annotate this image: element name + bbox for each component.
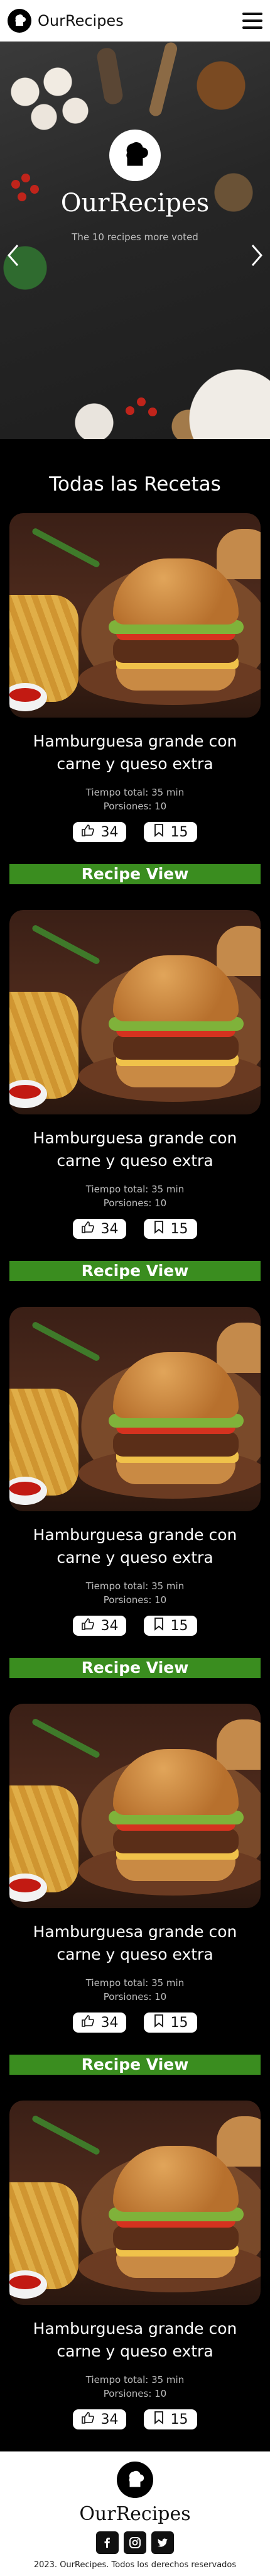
save-button[interactable]: 15 bbox=[144, 1616, 197, 1636]
recipe-title: Hamburguesa grande con carne y queso ext… bbox=[33, 1129, 237, 1170]
recipe-portions: Porsiones: 10 bbox=[103, 1991, 167, 2002]
hero-carousel: OurRecipes The 10 recipes more voted bbox=[0, 42, 270, 439]
recipe-view-button[interactable]: Recipe View bbox=[9, 2055, 261, 2075]
recipe-actions: 34 15 bbox=[9, 2409, 261, 2429]
recipe-time: Tiempo total: 35 min bbox=[85, 2374, 185, 2385]
recipe-title: Hamburguesa grande con carne y queso ext… bbox=[33, 1526, 237, 1567]
recipe-actions: 34 15 bbox=[9, 2012, 261, 2033]
chef-hat-icon bbox=[109, 130, 161, 181]
save-button[interactable]: 15 bbox=[144, 822, 197, 842]
save-count: 15 bbox=[170, 1221, 188, 1237]
brand[interactable]: OurRecipes bbox=[8, 9, 124, 33]
like-button[interactable]: 34 bbox=[73, 1616, 126, 1636]
recipe-view-button[interactable]: Recipe View bbox=[9, 1261, 261, 1281]
footer-copyright: 2023. OurRecipes. Todos los derechos res… bbox=[33, 2560, 237, 2570]
recipe-card: Hamburguesa grande con carne y queso ext… bbox=[9, 1307, 261, 1678]
recipe-image[interactable] bbox=[9, 1307, 261, 1511]
like-button[interactable]: 34 bbox=[73, 1219, 126, 1239]
section-title: Todas las Recetas bbox=[49, 473, 221, 496]
like-button[interactable]: 34 bbox=[73, 822, 126, 842]
thumbs-up-icon bbox=[81, 1221, 95, 1237]
like-count: 34 bbox=[100, 1221, 119, 1237]
thumbs-up-icon bbox=[81, 824, 95, 840]
thumbs-up-icon bbox=[81, 2411, 95, 2428]
like-count: 34 bbox=[100, 2411, 119, 2428]
save-count: 15 bbox=[170, 1618, 188, 1634]
bookmark-icon bbox=[153, 1220, 165, 1238]
recipe-actions: 34 15 bbox=[9, 1616, 261, 1636]
bookmark-icon bbox=[153, 1617, 165, 1635]
hamburger-menu-icon[interactable] bbox=[242, 13, 262, 29]
recipe-meta: Tiempo total: 35 min Porsiones: 10 bbox=[9, 786, 261, 813]
recipe-portions: Porsiones: 10 bbox=[103, 2388, 167, 2399]
hero-decor bbox=[148, 42, 179, 118]
save-button[interactable]: 15 bbox=[144, 2012, 197, 2033]
hero-decor bbox=[126, 394, 176, 425]
recipe-image[interactable] bbox=[9, 2101, 261, 2305]
recipe-meta: Tiempo total: 35 min Porsiones: 10 bbox=[9, 2373, 261, 2401]
instagram-icon[interactable] bbox=[124, 2531, 146, 2554]
thumbs-up-icon bbox=[81, 1618, 95, 1634]
recipe-meta: Tiempo total: 35 min Porsiones: 10 bbox=[9, 1182, 261, 1210]
hero-title: OurRecipes bbox=[60, 189, 210, 218]
footer-brand: OurRecipes bbox=[79, 2503, 191, 2525]
recipe-image[interactable] bbox=[9, 513, 261, 718]
chevron-right-icon[interactable] bbox=[250, 244, 264, 267]
recipe-actions: 34 15 bbox=[9, 1219, 261, 1239]
bookmark-icon bbox=[153, 823, 165, 841]
bookmark-icon bbox=[153, 2411, 165, 2428]
chef-hat-icon bbox=[117, 2462, 153, 2498]
bookmark-icon bbox=[153, 2014, 165, 2031]
save-button[interactable]: 15 bbox=[144, 1219, 197, 1239]
recipe-actions: 34 15 bbox=[9, 822, 261, 842]
twitter-icon[interactable] bbox=[151, 2531, 174, 2554]
recipe-card: Hamburguesa grande con carne y queso ext… bbox=[9, 513, 261, 884]
recipe-portions: Porsiones: 10 bbox=[103, 1594, 167, 1606]
recipe-meta: Tiempo total: 35 min Porsiones: 10 bbox=[9, 1976, 261, 2004]
recipe-time: Tiempo total: 35 min bbox=[85, 1184, 185, 1195]
recipe-image[interactable] bbox=[9, 1704, 261, 1908]
save-button[interactable]: 15 bbox=[144, 2409, 197, 2429]
save-count: 15 bbox=[170, 2411, 188, 2428]
recipe-portions: Porsiones: 10 bbox=[103, 1197, 167, 1209]
save-count: 15 bbox=[170, 824, 188, 840]
recipe-card: Hamburguesa grande con carne y queso ext… bbox=[9, 1704, 261, 2075]
recipe-portions: Porsiones: 10 bbox=[103, 801, 167, 812]
hero-decor bbox=[95, 47, 124, 106]
recipe-time: Tiempo total: 35 min bbox=[85, 1977, 185, 1989]
brand-name: OurRecipes bbox=[38, 12, 124, 30]
recipe-view-button[interactable]: Recipe View bbox=[9, 1658, 261, 1678]
hero-subtitle: The 10 recipes more voted bbox=[72, 231, 198, 243]
facebook-icon[interactable] bbox=[96, 2531, 119, 2554]
chef-hat-icon bbox=[8, 9, 31, 33]
recipe-time: Tiempo total: 35 min bbox=[85, 1580, 185, 1592]
hero-content: OurRecipes The 10 recipes more voted bbox=[0, 130, 270, 243]
recipe-view-button[interactable]: Recipe View bbox=[9, 864, 261, 884]
top-navbar: OurRecipes bbox=[0, 0, 270, 42]
social-links bbox=[96, 2531, 174, 2554]
like-button[interactable]: 34 bbox=[73, 2409, 126, 2429]
recipe-title: Hamburguesa grande con carne y queso ext… bbox=[33, 1923, 237, 1963]
like-count: 34 bbox=[100, 824, 119, 840]
thumbs-up-icon bbox=[81, 2014, 95, 2031]
recipe-title: Hamburguesa grande con carne y queso ext… bbox=[33, 2319, 237, 2360]
recipe-image[interactable] bbox=[9, 910, 261, 1114]
recipe-card: Hamburguesa grande con carne y queso ext… bbox=[9, 910, 261, 1281]
like-count: 34 bbox=[100, 1618, 119, 1634]
like-count: 34 bbox=[100, 2014, 119, 2031]
save-count: 15 bbox=[170, 2014, 188, 2031]
recipe-title: Hamburguesa grande con carne y queso ext… bbox=[33, 732, 237, 773]
chevron-left-icon[interactable] bbox=[6, 244, 20, 267]
recipe-card: Hamburguesa grande con carne y queso ext… bbox=[9, 2101, 261, 2472]
footer: OurRecipes 2023. OurRecipes. Todos los d… bbox=[0, 2451, 270, 2576]
recipe-time: Tiempo total: 35 min bbox=[85, 787, 185, 798]
like-button[interactable]: 34 bbox=[73, 2012, 126, 2033]
recipe-meta: Tiempo total: 35 min Porsiones: 10 bbox=[9, 1579, 261, 1607]
